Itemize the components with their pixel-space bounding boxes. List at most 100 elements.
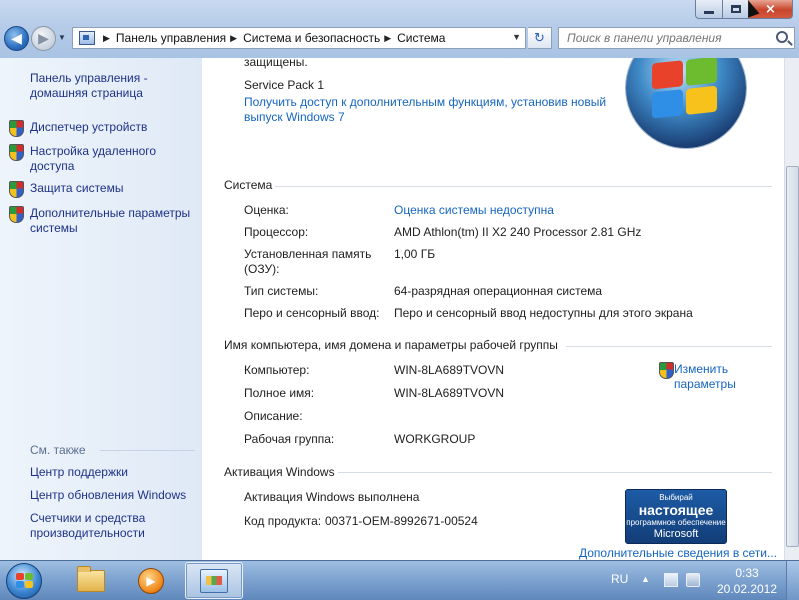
- back-button[interactable]: ◀: [4, 26, 29, 51]
- system-info-pane: защищены. Service Pack 1 Получить доступ…: [202, 58, 784, 560]
- rating-link[interactable]: Оценка системы недоступна: [394, 203, 554, 217]
- see-also-divider: [100, 450, 195, 451]
- workgroup-label: Рабочая группа:: [244, 432, 335, 446]
- sidebar-home-link[interactable]: Панель управления - домашняя страница: [30, 71, 195, 101]
- sidebar-link-performance[interactable]: Счетчики и средства производительности: [30, 511, 190, 541]
- breadcrumb-separator-icon[interactable]: ▶: [103, 33, 110, 44]
- section-divider: [275, 186, 772, 187]
- upgrade-windows-link[interactable]: Получить доступ к дополнительным функция…: [244, 95, 624, 125]
- network-icon[interactable]: [664, 573, 678, 587]
- sidebar-item-remote-settings[interactable]: Настройка удаленного доступа: [8, 144, 198, 174]
- windows-flag-icon: [16, 573, 34, 589]
- arrow-right-icon: ▶: [38, 30, 49, 46]
- pen-touch-value: Перо и сенсорный ввод недоступны для это…: [394, 306, 693, 320]
- more-info-online-link[interactable]: Дополнительные сведения в сети...: [579, 546, 777, 560]
- computer-name-section-title: Имя компьютера, имя домена и параметры р…: [224, 338, 558, 352]
- volume-icon[interactable]: [686, 573, 700, 587]
- section-divider: [566, 346, 772, 347]
- genuine-badge-line: программное обеспечение: [626, 518, 726, 527]
- scrollbar-thumb[interactable]: [786, 166, 799, 547]
- taskbar-control-panel[interactable]: [185, 562, 243, 599]
- show-desktop-button[interactable]: [786, 561, 799, 600]
- taskbar-explorer[interactable]: [62, 562, 120, 599]
- memory-value: 1,00 ГБ: [394, 247, 436, 261]
- uac-shield-icon: [8, 144, 24, 161]
- close-icon: ×: [765, 1, 776, 17]
- media-player-icon: ▶: [138, 567, 164, 594]
- genuine-badge-line: Microsoft: [653, 528, 699, 540]
- forward-button[interactable]: ▶: [31, 26, 56, 51]
- show-hidden-icons-icon[interactable]: ▲: [641, 574, 650, 584]
- search-icon[interactable]: [776, 31, 788, 43]
- system-section-title: Система: [224, 178, 273, 192]
- full-name-value: WIN-8LA689TVOVN: [394, 386, 505, 400]
- sidebar-link-action-center[interactable]: Центр поддержки: [30, 465, 128, 480]
- activation-status: Активация Windows выполнена: [244, 490, 420, 504]
- breadcrumb-control-panel[interactable]: Панель управления: [116, 31, 226, 45]
- refresh-icon: ↻: [534, 30, 545, 45]
- breadcrumb-system-security[interactable]: Система и безопасность: [243, 31, 380, 45]
- maximize-icon: [730, 5, 741, 13]
- sidebar-item-advanced-settings[interactable]: Дополнительные параметры системы: [8, 206, 198, 236]
- rating-label: Оценка:: [244, 203, 289, 217]
- address-bar[interactable]: ▶ Панель управления ▶ Система и безопасн…: [72, 27, 526, 49]
- breadcrumb-separator-icon[interactable]: ▶: [384, 33, 391, 44]
- search-input[interactable]: [567, 31, 767, 45]
- breadcrumb-separator-icon[interactable]: ▶: [230, 33, 237, 44]
- control-panel-icon: [79, 31, 95, 45]
- control-panel-icon: [200, 568, 228, 593]
- clock-date: 20.02.2012: [716, 582, 778, 596]
- sidebar-item-label: Диспетчер устройств: [30, 120, 148, 134]
- sidebar-item-label: Настройка удаленного доступа: [30, 144, 157, 173]
- see-also-heading: См. также: [30, 443, 86, 457]
- refresh-button[interactable]: ↻: [528, 27, 552, 49]
- minimize-button[interactable]: [695, 0, 723, 19]
- chevron-down-icon: ▼: [58, 33, 66, 42]
- task-pane: Панель управления - домашняя страница Ди…: [0, 58, 202, 560]
- uac-shield-icon: [8, 120, 24, 137]
- memory-label: Установленная память (ОЗУ):: [244, 247, 372, 276]
- folder-icon: [77, 565, 105, 592]
- breadcrumb-system[interactable]: Система: [397, 31, 445, 45]
- vertical-scrollbar[interactable]: [784, 58, 799, 560]
- navigation-bar: ◀ ▶ ▼ ▶ Панель управления ▶ Система и бе…: [0, 24, 799, 54]
- start-button[interactable]: [6, 563, 42, 599]
- edition-copyright-text: защищены.: [244, 58, 308, 69]
- uac-shield-icon: [8, 206, 24, 223]
- service-pack-text: Service Pack 1: [244, 78, 325, 92]
- recent-pages-button[interactable]: ▼: [58, 33, 66, 42]
- section-divider: [338, 472, 772, 473]
- processor-label: Процессор:: [244, 225, 309, 239]
- sidebar-item-label: Дополнительные параметры системы: [30, 206, 191, 235]
- address-dropdown-icon[interactable]: ▼: [512, 32, 521, 42]
- workgroup-value: WORKGROUP: [394, 432, 476, 446]
- product-key-label: Код продукта:: [244, 514, 322, 528]
- genuine-microsoft-badge[interactable]: Выбирай настоящее программное обеспечени…: [625, 489, 727, 544]
- change-settings-label: Изменить параметры: [674, 362, 736, 391]
- search-box: [558, 27, 795, 49]
- product-key-value: 00371-OEM-8992671-00524: [325, 514, 478, 528]
- pen-touch-label: Перо и сенсорный ввод:: [244, 306, 380, 320]
- system-type-label: Тип системы:: [244, 284, 319, 298]
- sidebar-item-label: Защита системы: [30, 181, 124, 195]
- change-settings-link[interactable]: Изменить параметры: [658, 362, 744, 392]
- taskbar: ▶: [0, 560, 799, 600]
- uac-shield-icon: [658, 362, 674, 379]
- processor-value: AMD Athlon(tm) II X2 240 Processor 2.81 …: [394, 225, 642, 239]
- minimize-icon: [704, 10, 714, 14]
- windows-flag-icon: [652, 58, 718, 119]
- sidebar-item-system-protection[interactable]: Защита системы: [8, 181, 198, 198]
- system-clock[interactable]: 0:33 20.02.2012: [712, 565, 782, 597]
- description-label: Описание:: [244, 409, 303, 423]
- computer-value: WIN-8LA689TVOVN: [394, 363, 505, 377]
- window-chrome: × ◀ ▶ ▼ ▶ Панель управления ▶ Система и …: [0, 0, 799, 58]
- activation-section-title: Активация Windows: [224, 465, 335, 479]
- genuine-badge-line: настоящее: [638, 502, 714, 518]
- sidebar-item-device-manager[interactable]: Диспетчер устройств: [8, 120, 198, 137]
- full-name-label: Полное имя:: [244, 386, 315, 400]
- language-indicator[interactable]: RU: [611, 572, 628, 586]
- taskbar-media-player[interactable]: ▶: [122, 562, 180, 599]
- computer-label: Компьютер:: [244, 363, 310, 377]
- sidebar-link-windows-update[interactable]: Центр обновления Windows: [30, 488, 186, 503]
- system-type-value: 64-разрядная операционная система: [394, 284, 603, 298]
